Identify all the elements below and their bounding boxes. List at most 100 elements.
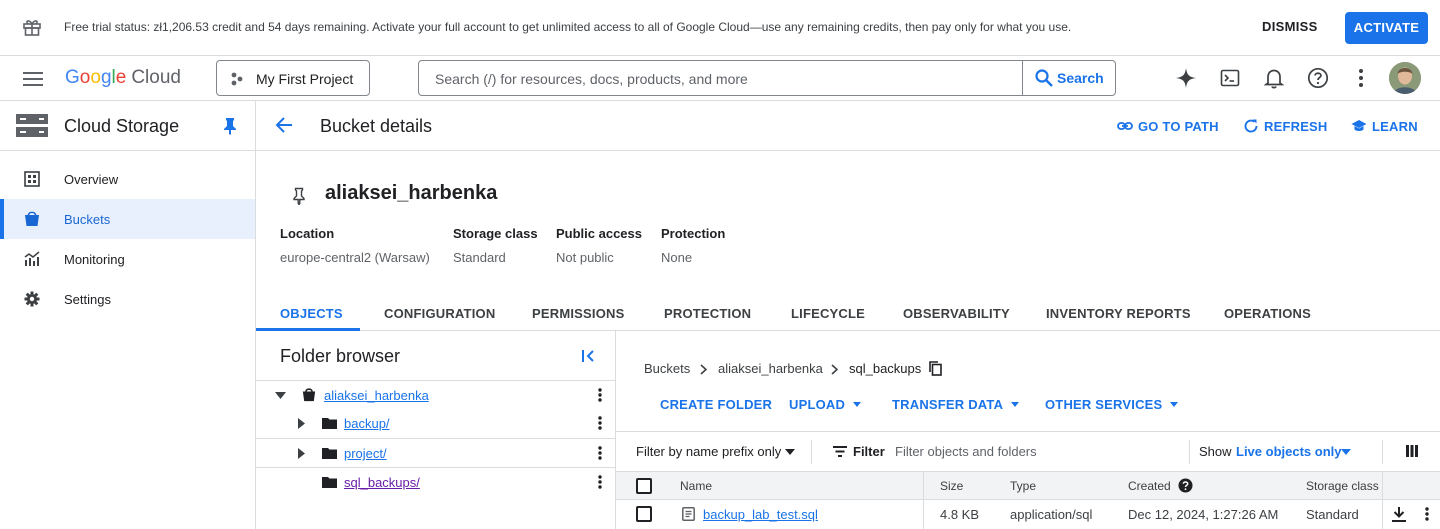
tree-row-folder[interactable]: project/ bbox=[256, 438, 615, 467]
help-icon[interactable] bbox=[1307, 67, 1329, 89]
table-row[interactable]: backup_lab_test.sql 4.8 KB application/s… bbox=[616, 500, 1440, 529]
column-display-icon[interactable] bbox=[1406, 445, 1418, 457]
tab-observability[interactable]: OBSERVABILITY bbox=[903, 306, 1010, 321]
pin-outline-icon[interactable] bbox=[292, 187, 306, 205]
tab-operations[interactable]: OPERATIONS bbox=[1224, 306, 1311, 321]
learn-button[interactable]: LEARN bbox=[1351, 118, 1418, 134]
overview-icon bbox=[24, 171, 40, 187]
download-icon[interactable] bbox=[1392, 507, 1406, 522]
collapse-panel-icon[interactable] bbox=[581, 348, 597, 364]
tree-link-folder[interactable]: backup/ bbox=[344, 416, 390, 431]
dropdown-arrow-icon[interactable] bbox=[785, 449, 795, 455]
tab-configuration[interactable]: CONFIGURATION bbox=[384, 306, 495, 321]
other-services-button[interactable]: OTHER SERVICES bbox=[1045, 397, 1179, 412]
dropdown-arrow-icon[interactable] bbox=[1341, 449, 1351, 455]
activate-button[interactable]: ACTIVATE bbox=[1345, 12, 1428, 44]
page-title: Bucket details bbox=[320, 116, 433, 136]
meta-value-public-access: Not public bbox=[556, 250, 614, 265]
more-vert-icon[interactable] bbox=[1358, 68, 1364, 88]
filter-input[interactable]: Filter objects and folders bbox=[895, 444, 1037, 459]
sidebar-item-settings[interactable]: Settings bbox=[0, 279, 255, 319]
folder-icon bbox=[322, 476, 337, 488]
sidebar-item-buckets[interactable]: Buckets bbox=[0, 199, 255, 239]
filter-mode-select[interactable]: Filter by name prefix only bbox=[636, 444, 781, 459]
bucket-tabs: OBJECTS CONFIGURATION PERMISSIONS PROTEC… bbox=[256, 295, 1440, 331]
caret-right-icon[interactable] bbox=[298, 448, 305, 459]
file-icon bbox=[682, 507, 695, 521]
row-checkbox[interactable] bbox=[636, 506, 652, 522]
cloud-storage-icon bbox=[15, 113, 49, 139]
filter-bar: Filter by name prefix only Filter Filter… bbox=[616, 431, 1440, 471]
tree-row-folder[interactable]: backup/ bbox=[256, 409, 615, 438]
column-header-name[interactable]: Name bbox=[680, 479, 712, 493]
google-cloud-logo[interactable]: Google Cloud bbox=[65, 67, 181, 89]
account-avatar[interactable] bbox=[1389, 62, 1421, 94]
dropdown-arrow-icon bbox=[1011, 402, 1020, 407]
notifications-bell-icon[interactable] bbox=[1264, 67, 1284, 89]
gear-icon bbox=[24, 291, 40, 307]
more-vert-icon[interactable] bbox=[1425, 507, 1429, 521]
breadcrumb-bucket[interactable]: aliaksei_harbenka bbox=[718, 361, 823, 376]
upload-button[interactable]: UPLOAD bbox=[789, 397, 862, 412]
left-nav: Cloud Storage Overview Buckets Monitorin… bbox=[0, 101, 256, 529]
breadcrumb-current: sql_backups bbox=[849, 361, 922, 376]
column-header-created[interactable]: Created bbox=[1128, 479, 1171, 493]
tree-row-bucket[interactable]: aliaksei_harbenka bbox=[256, 380, 615, 409]
transfer-data-button[interactable]: TRANSFER DATA bbox=[892, 397, 1020, 412]
object-name-link[interactable]: backup_lab_test.sql bbox=[703, 507, 818, 522]
filter-list-icon bbox=[833, 446, 847, 457]
tab-objects[interactable]: OBJECTS bbox=[280, 306, 343, 321]
tab-permissions[interactable]: PERMISSIONS bbox=[532, 306, 625, 321]
column-divider bbox=[1382, 500, 1383, 529]
chevron-right-icon bbox=[831, 364, 838, 375]
back-arrow-icon[interactable] bbox=[275, 116, 293, 134]
search-button[interactable]: Search bbox=[1022, 61, 1115, 95]
sidebar-item-monitoring[interactable]: Monitoring bbox=[0, 239, 255, 279]
caret-right-icon[interactable] bbox=[298, 418, 305, 429]
column-header-storage-class[interactable]: Storage class bbox=[1306, 479, 1379, 493]
go-to-path-button[interactable]: GO TO PATH bbox=[1117, 118, 1219, 134]
column-header-size[interactable]: Size bbox=[940, 479, 963, 493]
breadcrumb-buckets[interactable]: Buckets bbox=[644, 361, 690, 376]
objects-table-header: Name Size Type Created Storage class bbox=[616, 471, 1440, 500]
tree-link-folder[interactable]: project/ bbox=[344, 446, 387, 461]
pin-icon[interactable] bbox=[223, 117, 237, 135]
tree-link-folder[interactable]: sql_backups/ bbox=[344, 475, 420, 490]
more-vert-icon[interactable] bbox=[598, 416, 602, 430]
create-folder-button[interactable]: CREATE FOLDER bbox=[660, 397, 772, 412]
sidebar-item-overview[interactable]: Overview bbox=[0, 159, 255, 199]
tree-row-folder-selected[interactable]: sql_backups/ bbox=[256, 467, 615, 496]
tab-protection[interactable]: PROTECTION bbox=[664, 306, 751, 321]
dismiss-button[interactable]: DISMISS bbox=[1262, 19, 1318, 34]
hamburger-menu-icon[interactable] bbox=[23, 71, 43, 87]
show-live-objects-select[interactable]: Live objects only bbox=[1236, 444, 1341, 459]
sidebar-item-label: Overview bbox=[64, 172, 119, 187]
tab-lifecycle[interactable]: LIFECYCLE bbox=[791, 306, 865, 321]
project-picker[interactable]: My First Project bbox=[216, 60, 370, 96]
column-header-type[interactable]: Type bbox=[1010, 479, 1036, 493]
select-all-checkbox[interactable] bbox=[636, 478, 652, 494]
more-vert-icon[interactable] bbox=[598, 475, 602, 489]
refresh-button[interactable]: REFRESH bbox=[1243, 118, 1328, 134]
bucket-icon bbox=[24, 211, 40, 227]
gemini-sparkle-icon[interactable] bbox=[1175, 67, 1197, 89]
tree-link-bucket[interactable]: aliaksei_harbenka bbox=[324, 388, 429, 403]
product-header: Cloud Storage bbox=[0, 101, 255, 151]
folder-icon bbox=[322, 447, 337, 459]
search-input[interactable]: Search (/) for resources, docs, products… bbox=[435, 71, 748, 87]
more-vert-icon[interactable] bbox=[598, 388, 602, 402]
more-vert-icon[interactable] bbox=[598, 446, 602, 460]
meta-label-location: Location bbox=[280, 226, 335, 241]
help-filled-icon[interactable] bbox=[1178, 478, 1193, 493]
sidebar-item-label: Settings bbox=[64, 292, 111, 307]
sidebar-item-label: Monitoring bbox=[64, 252, 125, 267]
column-divider[interactable] bbox=[923, 472, 924, 499]
school-icon bbox=[1351, 120, 1367, 131]
cloud-shell-icon[interactable] bbox=[1220, 68, 1240, 88]
tab-inventory-reports[interactable]: INVENTORY REPORTS bbox=[1046, 306, 1191, 321]
caret-down-icon[interactable] bbox=[275, 392, 286, 399]
bucket-name: aliaksei_harbenka bbox=[325, 182, 498, 204]
sidebar-item-label: Buckets bbox=[64, 212, 111, 227]
copy-icon[interactable] bbox=[929, 361, 942, 376]
search-box[interactable]: Search (/) for resources, docs, products… bbox=[418, 60, 1116, 96]
